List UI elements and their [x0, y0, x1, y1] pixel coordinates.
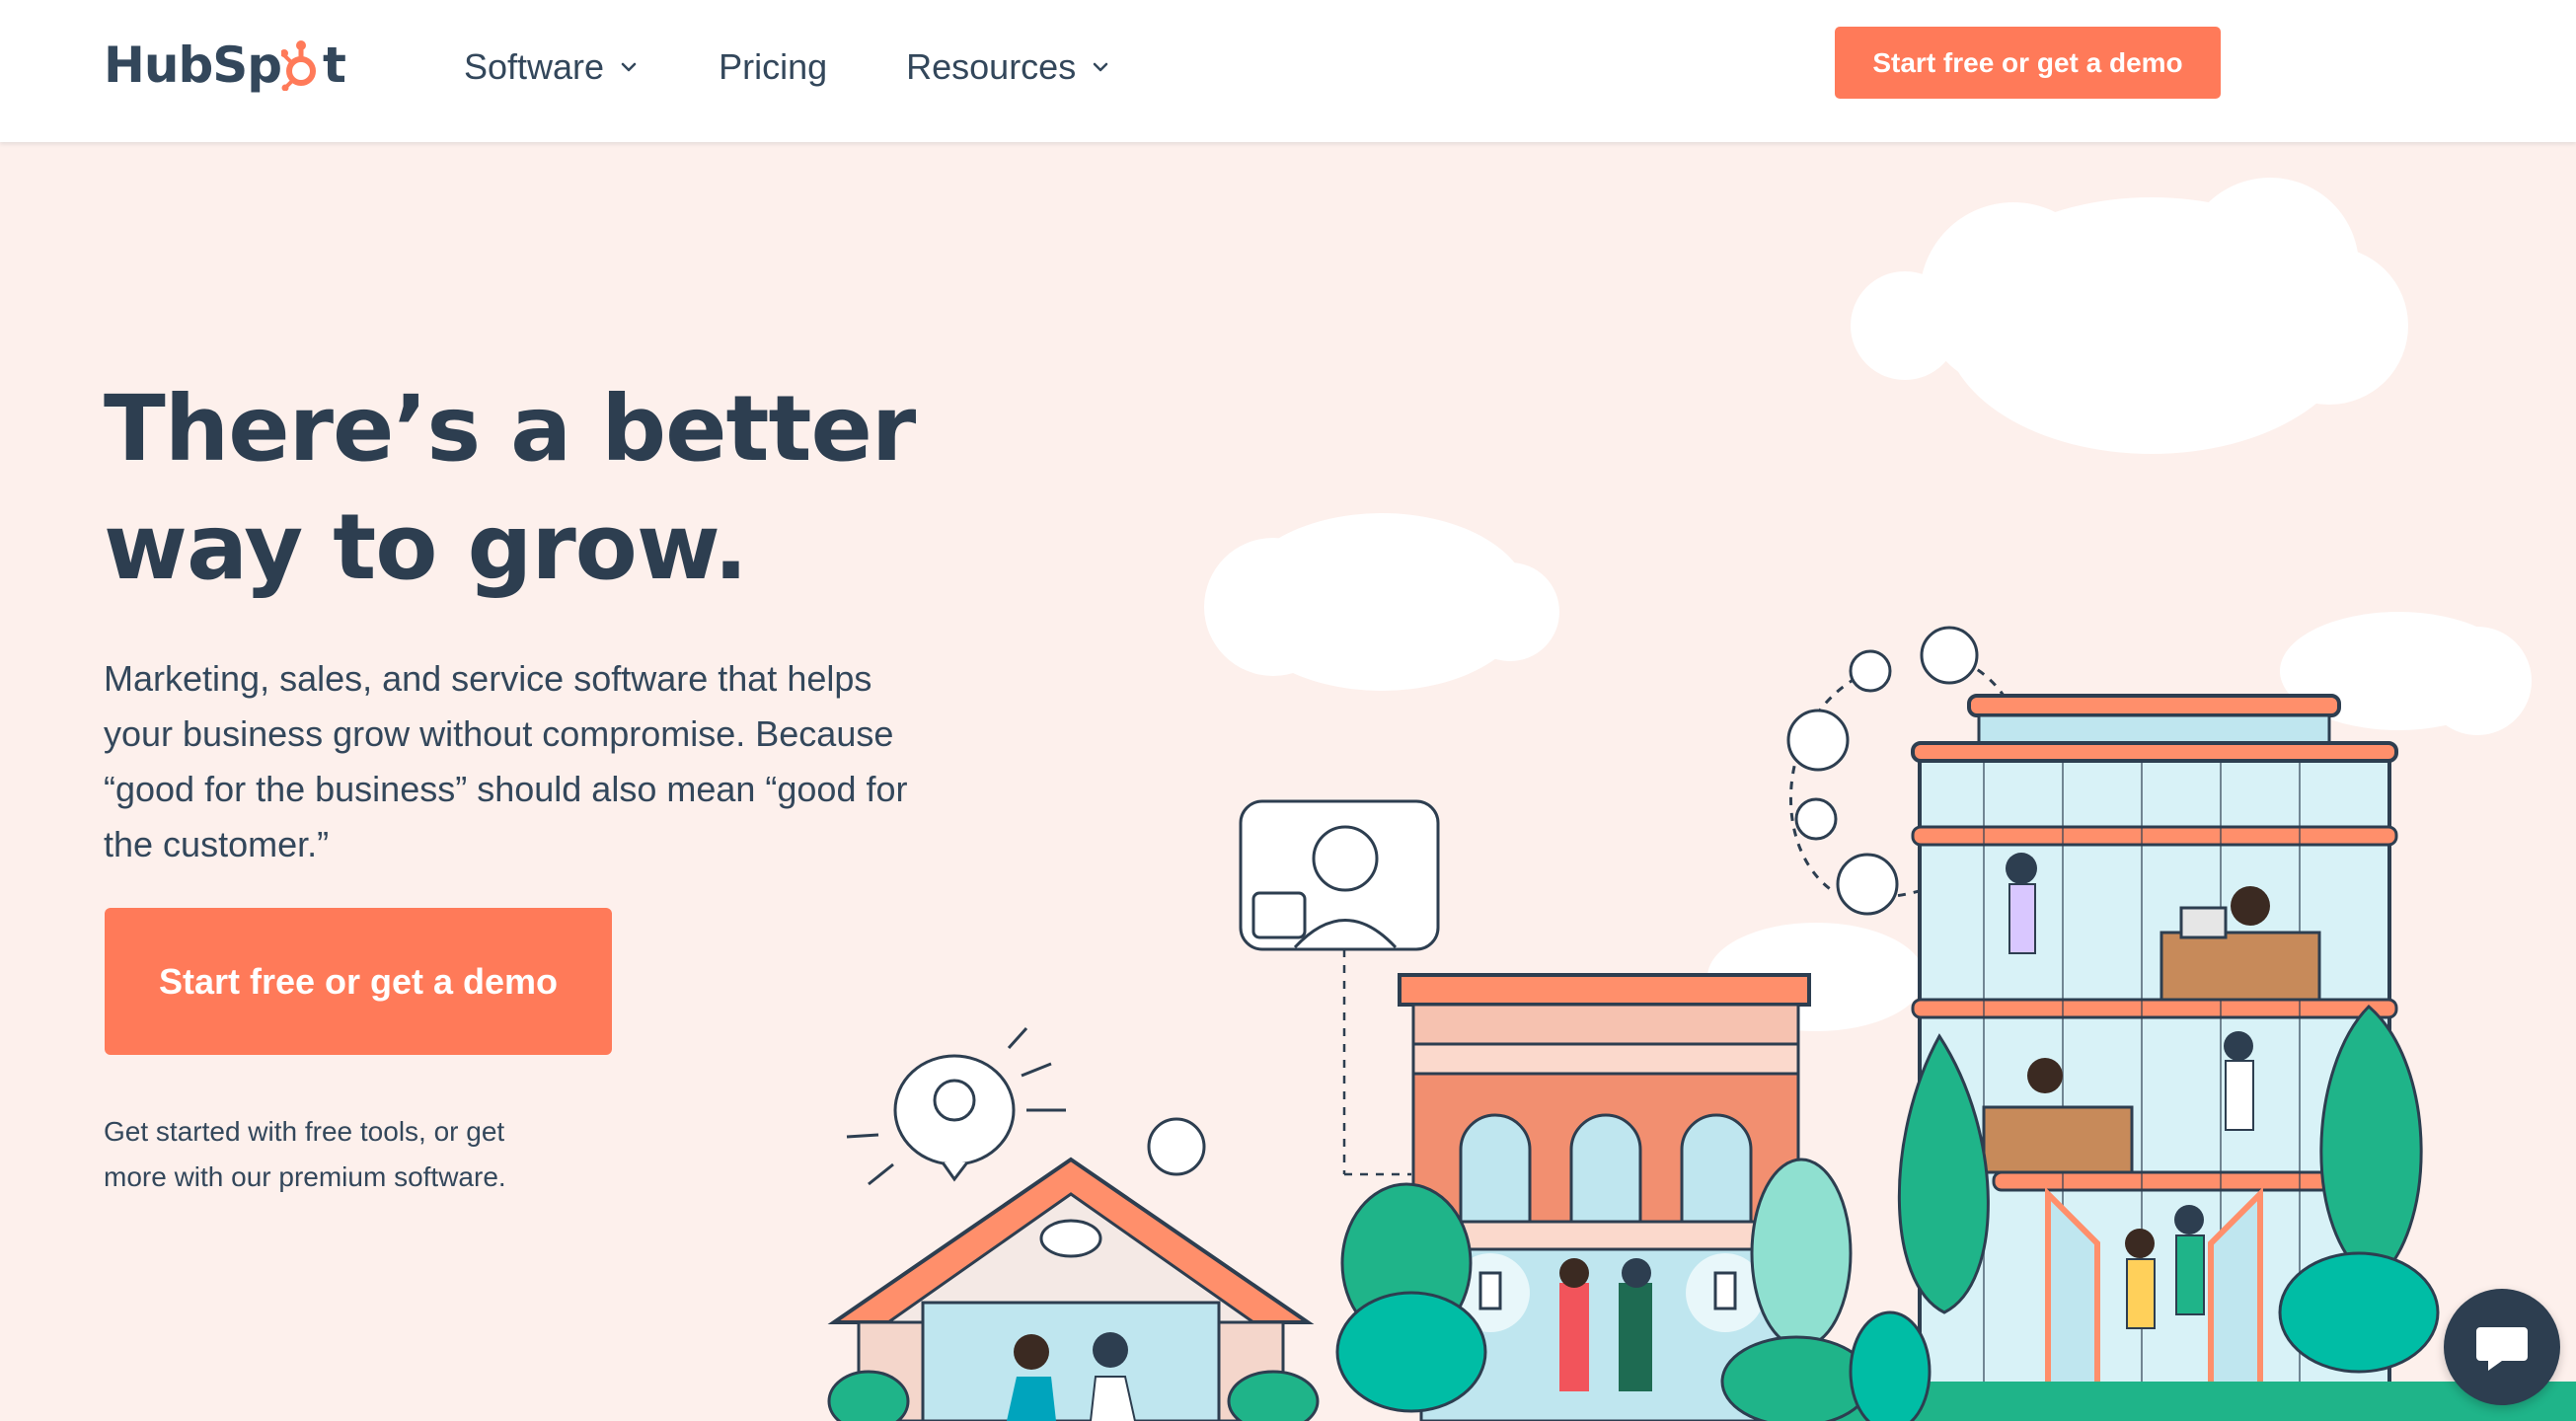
logo-text-right: t [323, 37, 346, 94]
avatar-orbit [1786, 626, 2025, 916]
logo-text-left: HubSp [104, 37, 282, 94]
nav-item-pricing[interactable]: Pricing [719, 46, 827, 88]
chat-bubble-icon [2476, 1327, 2528, 1371]
hero-title-line-2: way to grow. [104, 494, 748, 600]
clouds [1204, 178, 2532, 1031]
nav-item-software[interactable]: Software [464, 46, 640, 88]
main-nav: Software Pricing Resources [464, 39, 1190, 95]
video-call-bubble [1239, 799, 1440, 1176]
hero-subtitle-line-1: Marketing, sales, and service software t… [104, 658, 872, 699]
lightbulb-bubble [846, 1026, 1206, 1186]
hero-subtitle-line-3: “good for the business” should also mean… [104, 769, 908, 809]
hero-title: There’s a better way to grow. [104, 370, 992, 607]
house-building [827, 1157, 1315, 1421]
hero-note-line-1: Get started with free tools, or get [104, 1116, 505, 1147]
chat-launcher-button[interactable] [2444, 1289, 2560, 1405]
nav-item-label: Resources [906, 46, 1077, 87]
nav-item-resources[interactable]: Resources [906, 46, 1111, 88]
hero-note: Get started with free tools, or get more… [104, 1109, 617, 1200]
top-navigation-bar: HubSp t Software Pricing Resources Start… [0, 0, 2576, 142]
chevron-down-icon [1093, 62, 1108, 72]
header-cta-button[interactable]: Start free or get a demo [1835, 27, 2221, 99]
hero-subtitle-line-4: the customer.” [104, 824, 330, 864]
hubspot-logo[interactable]: HubSp t [104, 34, 346, 97]
hero-cta-button[interactable]: Start free or get a demo [105, 908, 612, 1055]
hero-note-line-2: more with our premium software. [104, 1161, 506, 1192]
ground-and-trees [827, 1004, 2576, 1421]
hero-subtitle-line-2: your business grow without compromise. B… [104, 713, 894, 754]
hero-title-line-1: There’s a better [104, 376, 916, 482]
hero-subtitle: Marketing, sales, and service software t… [104, 651, 972, 872]
brick-building [1398, 973, 1811, 1421]
chevron-down-icon [621, 62, 637, 72]
nav-item-label: Software [464, 46, 605, 87]
nav-item-label: Pricing [719, 46, 828, 87]
hubspot-sprocket-icon [281, 39, 323, 91]
glass-tower [1911, 694, 2398, 1421]
